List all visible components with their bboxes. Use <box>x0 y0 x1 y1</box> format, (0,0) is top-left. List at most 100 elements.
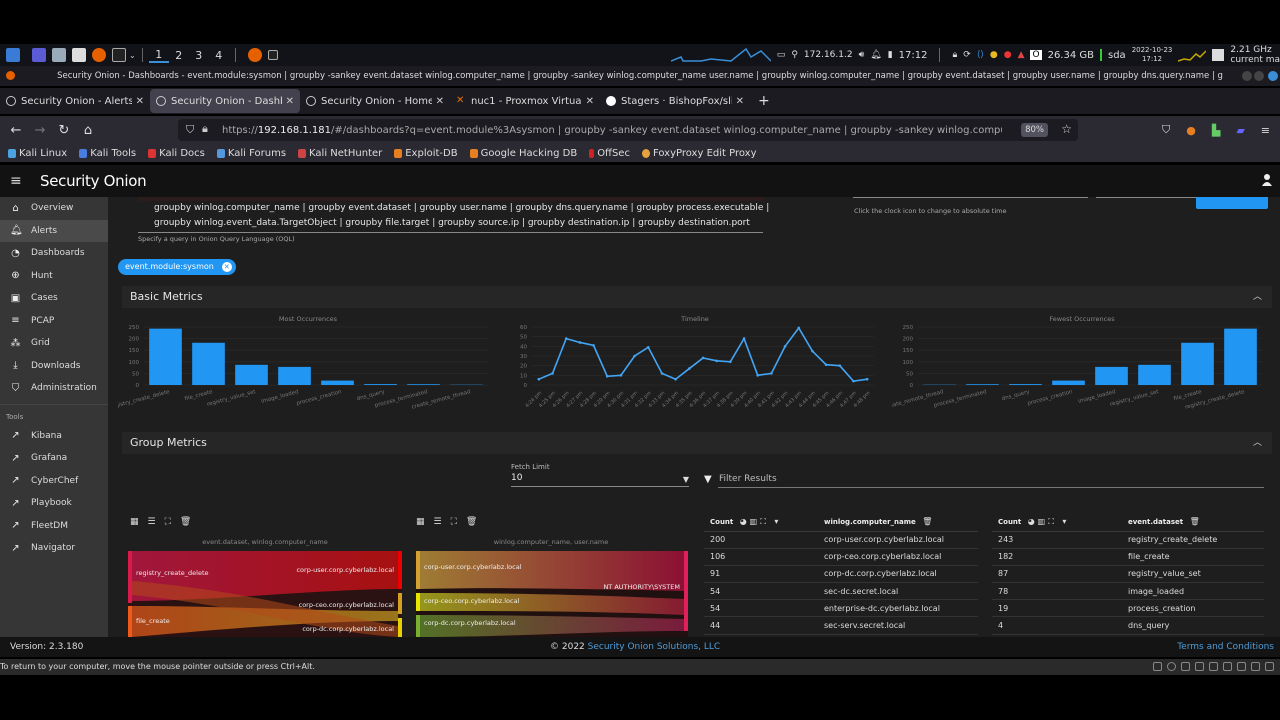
data-point[interactable] <box>715 359 718 363</box>
time-unit-select[interactable] <box>1096 197 1200 198</box>
keyboard-icon[interactable] <box>1265 662 1274 671</box>
sankey-node[interactable] <box>416 593 420 611</box>
fullscreen-icon[interactable]: ⛶ <box>165 517 171 527</box>
bar[interactable] <box>1052 380 1085 385</box>
sidebar-item-pcap[interactable]: ≡ PCAP <box>0 310 108 333</box>
data-point[interactable] <box>729 360 732 364</box>
table-row[interactable]: 87 registry_value_set <box>992 565 1264 584</box>
data-point[interactable] <box>852 379 855 383</box>
delete-icon[interactable]: 🗑︎ <box>180 517 191 527</box>
bookmark-google-hacking-db[interactable]: Google Hacking DB <box>469 148 577 159</box>
data-point[interactable] <box>592 344 595 347</box>
sankey-node[interactable] <box>416 615 420 637</box>
bar[interactable] <box>1138 364 1171 385</box>
data-point[interactable] <box>742 337 746 340</box>
extension-badge-icon[interactable]: ▰ <box>1236 124 1244 137</box>
list-view-icon[interactable]: ☰ <box>434 517 442 527</box>
sidebar-item-dashboards[interactable]: ◔ Dashboards <box>0 242 108 265</box>
cd-icon[interactable] <box>1167 662 1176 671</box>
disk-icon[interactable]: O <box>1030 50 1042 60</box>
sankey-node[interactable] <box>398 618 402 637</box>
firefox-window-icon[interactable] <box>247 48 262 62</box>
network-icon[interactable]: ⚲ <box>791 50 798 60</box>
usb-icon[interactable] <box>1209 662 1218 671</box>
sidebar-tool-grafana[interactable]: ↗ Grafana <box>0 447 108 470</box>
table-row[interactable]: 91 corp-dc.corp.cyberlabz.local <box>704 565 978 584</box>
sidebar-tool-playbook[interactable]: ↗ Playbook <box>0 492 108 515</box>
url-bar[interactable]: ⛉ 🔒︎ https://192.168.1.181/#/dashboards?… <box>178 119 1078 141</box>
text-editor-icon[interactable] <box>72 48 86 62</box>
table-row[interactable]: 54 enterprise-dc.cyberlabz.local <box>704 599 978 618</box>
table-view-icon[interactable]: ▦ <box>416 517 425 527</box>
sankey-node[interactable] <box>398 551 402 589</box>
value-cell[interactable]: sec-serv.secret.local <box>824 616 978 635</box>
sankey-node[interactable] <box>416 551 420 589</box>
sankey-node[interactable] <box>398 593 402 614</box>
sidebar-item-cases[interactable]: ▣ Cases <box>0 287 108 310</box>
table-row[interactable]: 19 process_creation <box>992 599 1264 618</box>
data-point[interactable] <box>838 364 842 367</box>
hamburger-menu-icon[interactable]: ≡ <box>10 173 28 189</box>
data-point[interactable] <box>783 345 787 348</box>
data-point[interactable] <box>797 326 801 330</box>
refresh-icon[interactable]: ⟳ <box>963 50 971 60</box>
network-icon[interactable] <box>1181 662 1190 671</box>
workspace-icon[interactable] <box>32 48 46 62</box>
value-cell[interactable]: dns_query <box>1128 616 1264 635</box>
data-point[interactable] <box>688 367 691 370</box>
workspace-1[interactable]: 1 <box>148 48 169 63</box>
table-row[interactable]: 243 registry_create_delete <box>992 531 1264 549</box>
bar[interactable] <box>235 364 268 385</box>
data-point[interactable] <box>674 377 677 381</box>
app-icon[interactable]: ▲ <box>1018 50 1025 60</box>
bookmark-offsec[interactable]: OffSec <box>589 148 630 159</box>
bookmark-kali-forums[interactable]: Kali Forums <box>216 148 286 159</box>
value-cell[interactable]: registry_value_set <box>1128 565 1264 584</box>
close-window-button[interactable] <box>1268 71 1278 81</box>
extension-icon[interactable]: ▙ <box>1212 124 1220 137</box>
table-row[interactable]: 54 sec-dc.secret.local <box>704 582 978 601</box>
sidebar-item-downloads[interactable]: ⤓ Downloads <box>0 355 108 378</box>
menu-icon[interactable]: ≡ <box>1261 124 1270 137</box>
user-account-icon[interactable] <box>1262 173 1272 187</box>
field-column-header[interactable]: event.dataset 🗑︎ <box>1128 513 1264 532</box>
pocket-icon[interactable]: ⛉ <box>1162 123 1170 137</box>
kali-menu-icon[interactable] <box>6 48 20 62</box>
hdd-icon[interactable] <box>1153 662 1162 671</box>
bar[interactable] <box>1181 342 1214 385</box>
display-icon[interactable] <box>1237 662 1246 671</box>
sidebar-item-hunt[interactable]: ⊕ Hunt <box>0 265 108 288</box>
chevron-up-icon[interactable]: ︿ <box>1253 286 1262 308</box>
chart-type-icons[interactable]: ◕▥⛶ ▾ <box>740 517 782 526</box>
close-tab-icon[interactable]: ✕ <box>586 96 594 107</box>
data-point[interactable] <box>578 341 582 344</box>
bar[interactable] <box>192 342 225 385</box>
basic-metrics-header[interactable]: Basic Metrics ︿ <box>122 286 1272 308</box>
delete-icon[interactable]: 🗑︎ <box>466 517 477 527</box>
sidebar-tool-cyberchef[interactable]: ↗ CyberChef <box>0 470 108 493</box>
file-manager-icon[interactable] <box>52 48 66 62</box>
bookmark-kali-docs[interactable]: Kali Docs <box>148 148 205 159</box>
bar[interactable] <box>1095 366 1128 385</box>
display-icon[interactable]: ▭ <box>777 50 786 60</box>
bookmark-kali-linux[interactable]: Kali Linux <box>8 148 67 159</box>
workspace-4[interactable]: 4 <box>209 49 229 62</box>
bar[interactable] <box>966 384 999 385</box>
sidebar-tool-kibana[interactable]: ↗ Kibana <box>0 425 108 448</box>
data-point[interactable] <box>660 372 664 375</box>
audio-icon[interactable] <box>1195 662 1204 671</box>
sidebar-tool-navigator[interactable]: ↗ Navigator <box>0 537 108 560</box>
bar[interactable] <box>1224 328 1257 385</box>
forward-button[interactable]: → <box>28 123 52 138</box>
app-logo[interactable]: Security Onion <box>40 172 147 190</box>
cherrytree-icon[interactable]: ● <box>1004 50 1012 60</box>
lock-icon[interactable]: 🔒︎ <box>202 122 208 136</box>
sankey-node[interactable] <box>684 551 688 631</box>
data-point[interactable] <box>865 377 869 381</box>
count-column-header[interactable]: Count ◕▥⛶ ▾ <box>704 513 824 532</box>
workspace-2[interactable]: 2 <box>169 49 189 62</box>
count-column-header[interactable]: Count ◕▥⛶ ▾ <box>992 513 1128 532</box>
notification-icon[interactable]: 🔔︎ <box>870 50 881 60</box>
new-tab-button[interactable]: + <box>758 93 770 109</box>
bar[interactable] <box>321 380 354 385</box>
